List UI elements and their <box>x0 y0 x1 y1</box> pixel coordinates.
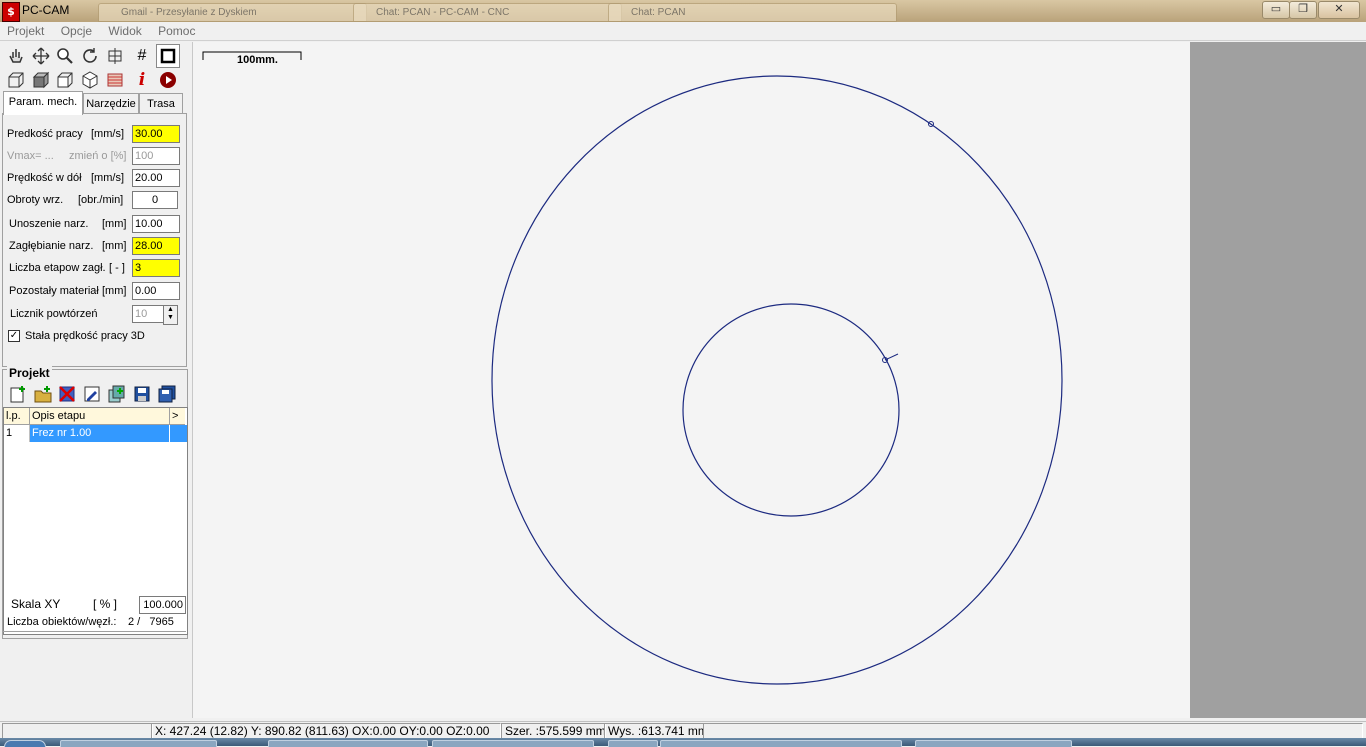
param-label-depth-stages: Liczba etapow zagł. <box>9 262 106 274</box>
param-label-lift: Unoszenie narz. <box>9 218 89 230</box>
run-icon[interactable] <box>156 68 180 92</box>
objects-count-value: 2 / 7965 <box>128 616 174 628</box>
work-speed-field[interactable]: 30.00 <box>132 125 180 143</box>
pan-hand-icon[interactable] <box>4 44 28 68</box>
canvas-svg: 100mm. <box>202 51 1063 685</box>
table-row-lp[interactable]: 1 <box>4 425 30 442</box>
delete-stage-icon[interactable] <box>55 382 79 406</box>
rotate-icon[interactable] <box>78 44 102 68</box>
table-row-desc[interactable]: Frez nr 1.00 <box>30 425 169 442</box>
param-label-spindle: Obroty wrz. <box>7 194 64 206</box>
scale-unit: [ % ] <box>93 597 118 611</box>
repeat-spinner[interactable]: ▲ ▼ <box>163 305 178 325</box>
objects-count-label: Liczba obiektów/węzł.: <box>7 616 117 628</box>
param-label-repeat: Licznik powtórzeń <box>10 308 98 320</box>
table-row-selection-tail[interactable] <box>170 425 187 442</box>
save-icon[interactable] <box>130 382 154 406</box>
spindle-rpm-field[interactable]: 0 <box>132 191 178 209</box>
copy-stage-icon[interactable] <box>105 382 129 406</box>
params-panel: Predkość pracy [mm/s] 30.00 Vmax= ... zm… <box>2 113 187 367</box>
param-unit-depth-stages: [ - ] <box>109 262 125 274</box>
param-unit-lift: [mm] <box>102 218 127 230</box>
title-bar: $ PC-CAM Gmail - Przesyłanie z Dyskiem C… <box>0 0 1366 22</box>
zoom-icon[interactable] <box>53 44 77 68</box>
down-speed-field[interactable]: 20.00 <box>132 169 180 187</box>
right-empty-area <box>1190 42 1366 718</box>
menu-opcje[interactable]: Opcje <box>54 22 98 38</box>
box-wire-icon[interactable] <box>4 68 28 92</box>
param-unit-vmax: zmień o [%] <box>69 150 127 162</box>
project-group-title: Projekt <box>7 366 52 380</box>
window-title: PC-CAM <box>22 3 70 17</box>
param-label-vmax: Vmax= ... <box>7 150 54 162</box>
left-panel: # i Param. mech. Narzędzie Trasa Predkoś… <box>0 41 191 721</box>
column-header-more[interactable]: > <box>170 408 185 425</box>
inner-circle-path[interactable] <box>682 303 900 517</box>
frame-icon[interactable] <box>156 44 180 68</box>
menu-bar: Projekt Opcje Widok Pomoc <box>0 22 1366 41</box>
menu-widok[interactable]: Widok <box>101 22 147 38</box>
new-stage-icon[interactable] <box>6 382 30 406</box>
param-unit-remaining: [mm] <box>102 285 127 297</box>
status-bar: X: 427.24 (12.82) Y: 890.82 (811.63) OX:… <box>0 721 1366 740</box>
maximize-button[interactable]: ❐ <box>1289 1 1317 19</box>
hash-icon[interactable]: # <box>130 44 154 68</box>
separator <box>2 631 186 632</box>
param-label-work-speed: Predkość pracy <box>7 128 83 140</box>
param-unit-down-speed: [mm/s] <box>91 172 124 184</box>
vmax-percent-field[interactable]: 100 <box>132 147 180 165</box>
tab-trasa[interactable]: Trasa <box>139 93 183 114</box>
add-stage-icon[interactable] <box>31 382 55 406</box>
cube-iso-icon[interactable] <box>78 68 102 92</box>
param-unit-spindle: [obr./min] <box>78 194 124 206</box>
box-solid-icon[interactable] <box>29 68 53 92</box>
texture-icon[interactable] <box>103 68 127 92</box>
param-unit-work-speed: [mm/s] <box>91 128 124 140</box>
const-speed-label: Stała prędkość pracy 3D <box>25 330 145 342</box>
tab-narzedzie[interactable]: Narzędzie <box>83 93 139 114</box>
tool-lift-field[interactable]: 10.00 <box>132 215 180 233</box>
edit-stage-icon[interactable] <box>80 382 104 406</box>
grid-icon[interactable] <box>103 44 127 68</box>
close-button[interactable]: ✕ <box>1318 1 1360 19</box>
background-tab-1[interactable]: Gmail - Przesyłanie z Dyskiem <box>98 3 367 22</box>
param-label-down-speed: Prędkość w dół <box>7 172 82 184</box>
column-header-lp[interactable]: l.p. <box>4 408 30 425</box>
repeat-counter-field[interactable]: 10 <box>132 305 166 323</box>
param-unit-depth: [mm] <box>102 240 127 252</box>
menu-projekt[interactable]: Projekt <box>0 22 50 38</box>
outer-circle-path[interactable] <box>491 75 1063 685</box>
move-icon[interactable] <box>29 44 53 68</box>
direction-marker <box>884 353 899 361</box>
background-tab-3[interactable]: Chat: PCAN <box>608 3 897 22</box>
minimize-button[interactable]: ▭ <box>1262 1 1290 19</box>
remaining-material-field[interactable]: 0.00 <box>132 282 180 300</box>
info-icon[interactable]: i <box>130 68 154 92</box>
param-label-depth: Zagłębianie narz. <box>9 240 94 252</box>
menu-pomoc[interactable]: Pomoc <box>151 22 201 38</box>
scale-bar-label: 100mm. <box>237 54 278 66</box>
app-icon: $ <box>2 2 20 22</box>
scale-xy-field[interactable]: 100.000 <box>139 596 186 614</box>
param-label-remaining: Pozostały materiał <box>9 285 99 297</box>
tab-param-mech[interactable]: Param. mech. <box>3 91 83 115</box>
scale-label: Skala XY <box>11 597 61 611</box>
column-header-desc[interactable]: Opis etapu <box>30 408 170 425</box>
box-front-icon[interactable] <box>53 68 77 92</box>
depth-stages-field[interactable]: 3 <box>132 259 180 277</box>
drawing-canvas[interactable]: 100mm. <box>192 42 1191 718</box>
tool-depth-field[interactable]: 28.00 <box>132 237 180 255</box>
const-speed-checkbox[interactable]: ✓ <box>8 330 20 342</box>
background-tab-2[interactable]: Chat: PCAN - PC-CAM - CNC <box>353 3 622 22</box>
save-as-icon[interactable] <box>155 382 179 406</box>
